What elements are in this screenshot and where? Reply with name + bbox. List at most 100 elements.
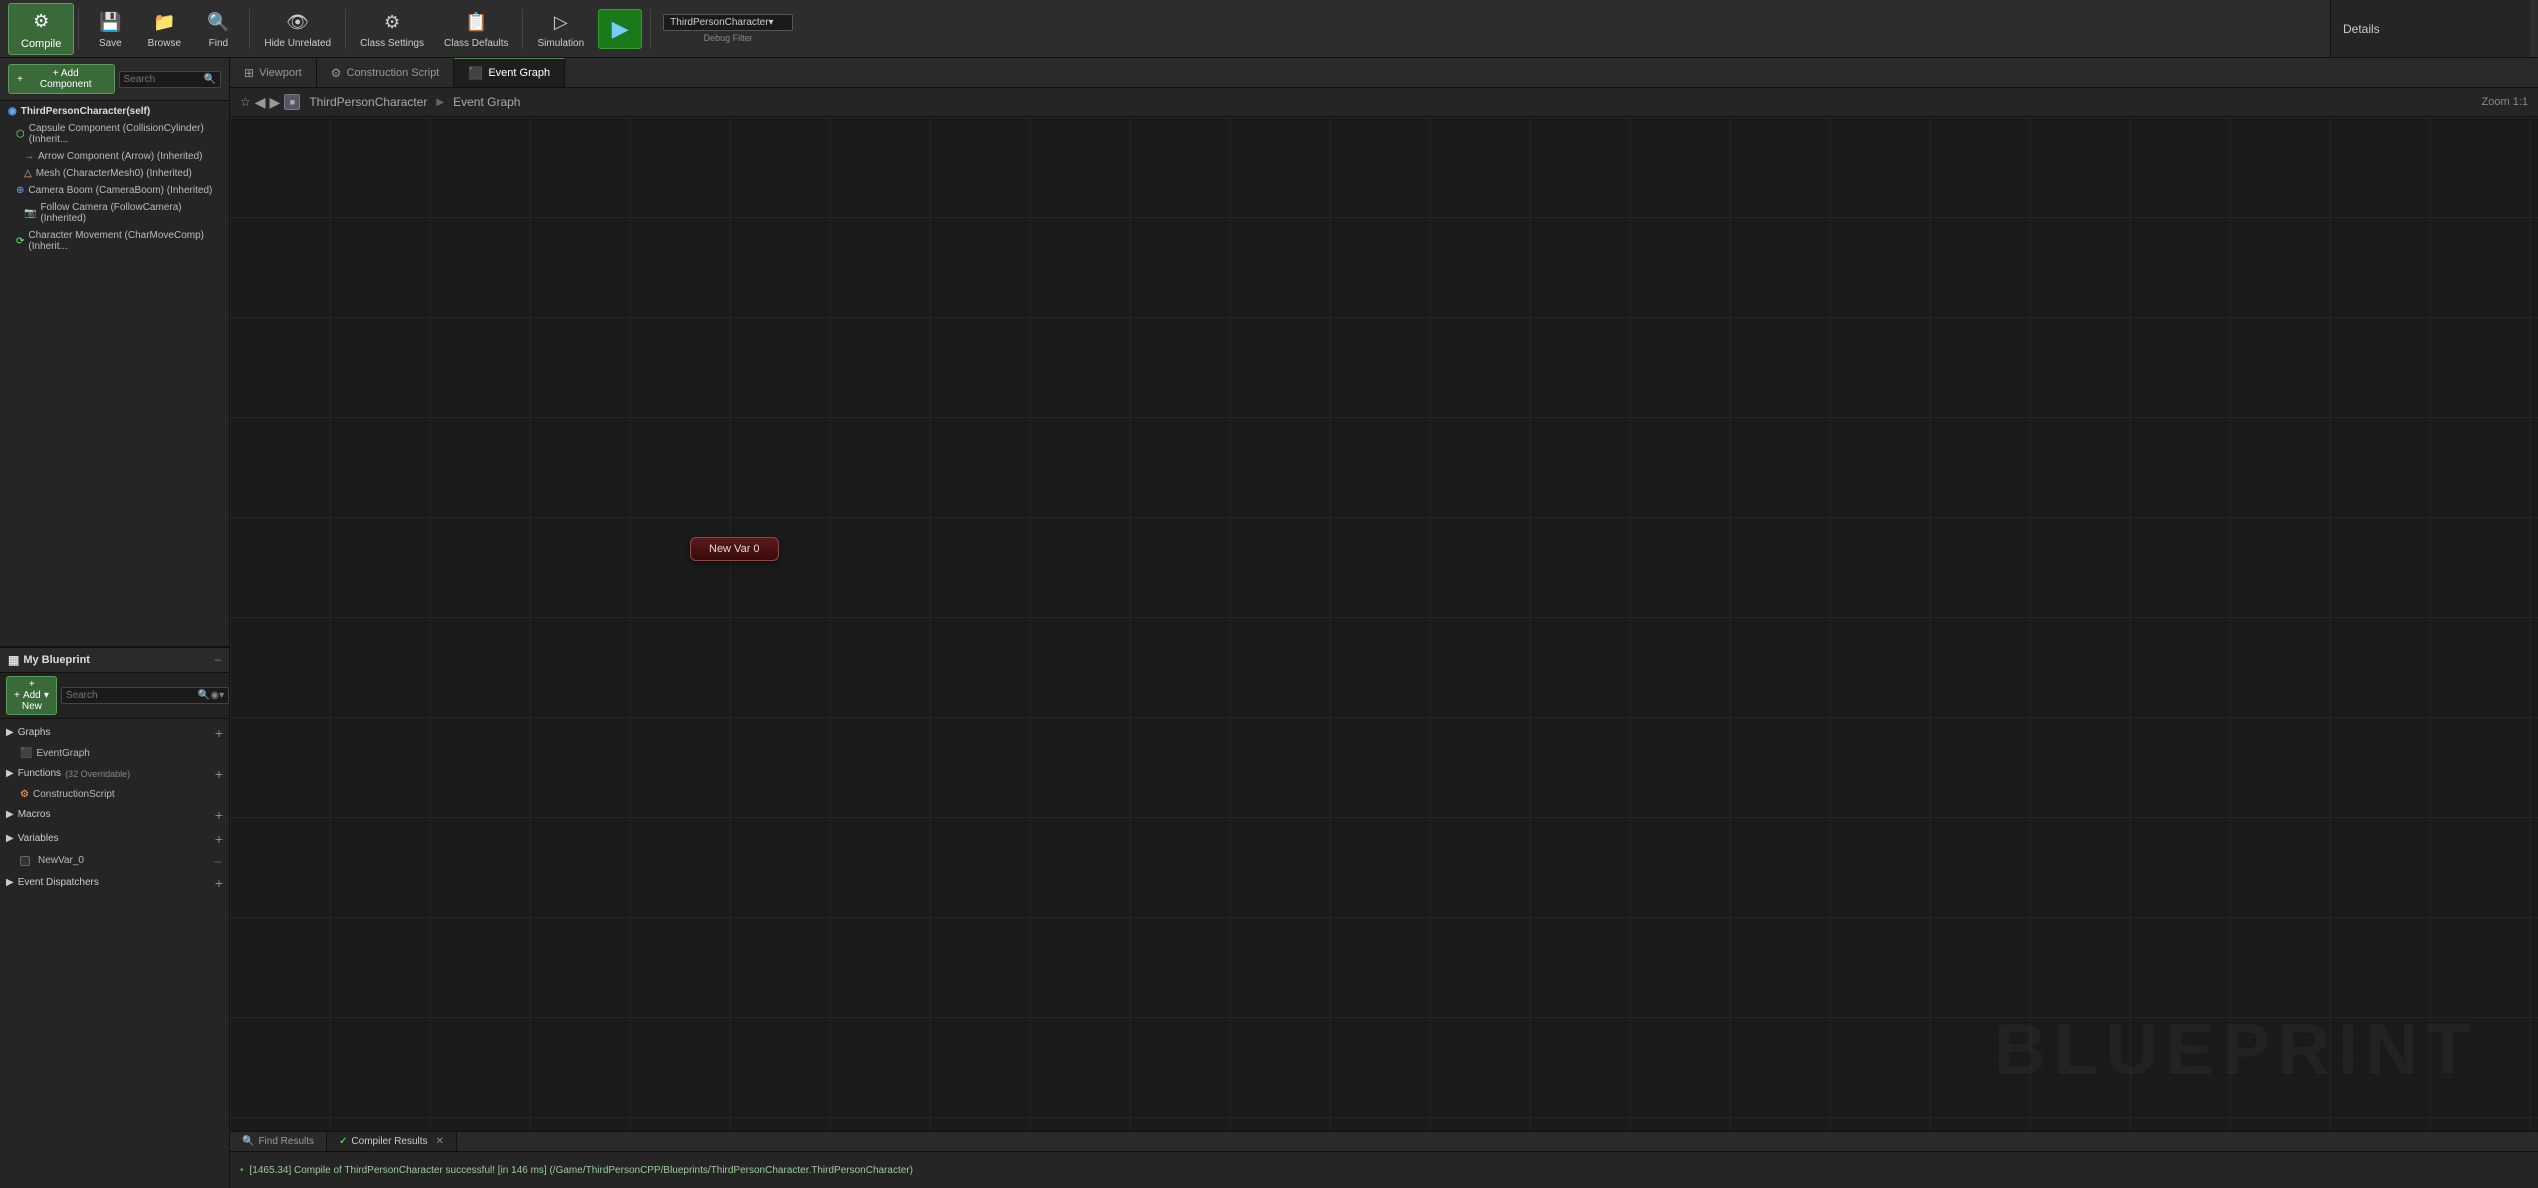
graphs-section-header[interactable]: ▶ Graphs + [0,721,229,745]
boom-icon: ⊕ [16,185,24,196]
event-dispatchers-add-icon[interactable]: + [215,875,223,891]
graph-canvas[interactable]: BLUEPRINT New Var 0 [230,117,2538,1131]
tab-compiler-results[interactable]: ✓ Compiler Results ✕ [327,1132,457,1151]
construction-script-name: ConstructionScript [33,789,115,800]
list-item[interactable]: △ Mesh (CharacterMesh0) (Inherited) [0,165,229,182]
functions-section-header[interactable]: ▶ Functions (32 Overridable) + [0,762,229,786]
component-name: Camera Boom (CameraBoom) (Inherited) [28,185,212,196]
divider-4 [522,9,523,49]
construction-tab-icon: ⚙ [331,66,342,80]
divider-3 [345,9,346,49]
debug-filter-area: Debug Filter [663,14,793,43]
compile-button[interactable]: ⚙ Compile [8,3,74,55]
bottom-tabs: 🔍 Find Results ✓ Compiler Results ✕ [230,1132,2538,1152]
graph-watermark: BLUEPRINT [1994,1009,2478,1091]
my-blueprint-collapse-btn[interactable]: – [215,654,221,666]
add-component-label: + Add Component [26,68,106,90]
add-new-label: + Add New [22,679,42,712]
play-button[interactable]: ▶ [598,9,642,49]
macros-add-icon[interactable]: + [215,807,223,823]
component-name: Follow Camera (FollowCamera) (Inherited) [40,202,221,224]
add-new-icon: + [14,690,20,701]
graph-node-newvar0[interactable]: New Var 0 [690,537,779,561]
compiler-results-close-icon[interactable]: ✕ [436,1136,444,1147]
compile-message-text: [1465.34] Compile of ThirdPersonCharacte… [250,1165,913,1176]
browse-button[interactable]: 📁 Browse [137,4,191,53]
my-blueprint-header: ▦ My Blueprint – [0,648,229,673]
macros-section-title: ▶ Macros [6,809,51,820]
save-button[interactable]: 💾 Save [83,4,137,53]
event-graph-name: EventGraph [36,748,89,759]
list-item[interactable]: → Arrow Component (Arrow) (Inherited) [0,148,229,165]
list-item[interactable]: ⚙ ConstructionScript [0,786,229,803]
breadcrumb-bar: ☆ ◀ ▶ ■ ThirdPersonCharacter ▶ Event Gra… [230,88,2538,117]
details-header: Details [2330,0,2530,57]
bp-toolbar: + + Add New ▾ 🔍 ◉ ▾ [0,673,229,719]
list-item[interactable]: 📷 Follow Camera (FollowCamera) (Inherite… [0,199,229,227]
list-item[interactable]: ⬛ EventGraph [0,745,229,762]
macros-section-header[interactable]: ▶ Macros + [0,803,229,827]
list-item[interactable]: ⬡ Capsule Component (CollisionCylinder) … [0,120,229,148]
my-blueprint-title: ▦ My Blueprint [8,653,90,667]
divider-2 [249,9,250,49]
bp-search-filter-icon[interactable]: ◉ [210,690,219,701]
bp-search-chevron-icon[interactable]: ▾ [219,690,224,701]
graphs-add-icon[interactable]: + [215,725,223,741]
tab-event-graph[interactable]: ⬛ Event Graph [454,58,565,87]
variables-add-icon[interactable]: + [215,831,223,847]
browse-icon: 📁 [150,8,178,36]
tabs-bar: ⊞ Viewport ⚙ Construction Script ⬛ Event… [230,58,2538,88]
list-item[interactable]: ◉ ThirdPersonCharacter(self) [0,103,229,120]
bp-content: ▶ Graphs + ⬛ EventGraph ▶ Functions (32 … [0,719,229,1188]
class-settings-button[interactable]: ⚙ Class Settings [350,4,434,53]
tab-viewport[interactable]: ⊞ Viewport [230,58,317,87]
add-new-button[interactable]: + + Add New ▾ [6,676,57,715]
back-button[interactable]: ◀ [255,94,266,111]
class-defaults-button[interactable]: 📋 Class Defaults [434,4,518,53]
favorite-icon[interactable]: ☆ [240,95,251,109]
find-button[interactable]: 🔍 Find [191,4,245,53]
play-icon: ▶ [612,16,629,42]
hide-unrelated-button[interactable]: 👁 Hide Unrelated [254,4,341,53]
compiler-results-icon: ✓ [339,1136,347,1147]
variables-section-title: ▶ Variables [6,833,59,844]
top-toolbar: ⚙ Compile 💾 Save 📁 Browse 🔍 Find 👁 Hide … [0,0,2538,58]
compile-label: Compile [21,38,61,50]
breadcrumb-separator: ▶ [436,97,444,108]
simulation-button[interactable]: ▷ Simulation [527,4,594,53]
bottom-panel: 🔍 Find Results ✓ Compiler Results ✕ [146… [230,1131,2538,1188]
component-name: ThirdPersonCharacter(self) [21,106,150,117]
list-item[interactable]: ⊕ Camera Boom (CameraBoom) (Inherited) [0,182,229,199]
macros-triangle-icon: ▶ [6,809,14,820]
components-search-input[interactable] [124,74,204,85]
compile-icon: ⚙ [27,8,55,36]
graph-breadcrumb[interactable]: Event Graph [448,93,525,111]
forward-button[interactable]: ▶ [270,94,281,111]
functions-add-icon[interactable]: + [215,766,223,782]
save-icon: 💾 [96,8,124,36]
details-label: Details [2343,22,2380,36]
graph-node-label: New Var 0 [709,543,760,555]
event-dispatchers-section-header[interactable]: ▶ Event Dispatchers + [0,871,229,895]
event-graph-tab-icon: ⬛ [468,66,483,80]
construction-script-icon: ⚙ [20,789,29,800]
variable-delete-icon[interactable]: – [214,854,221,868]
list-item[interactable]: NewVar_0 – [0,851,229,871]
hide-icon: 👁 [284,8,312,36]
list-item[interactable]: ⟳ Character Movement (CharMoveComp) (Inh… [0,227,229,255]
graphs-section-title: ▶ Graphs [6,727,51,738]
add-component-plus-icon: + [17,74,23,85]
class-breadcrumb[interactable]: ThirdPersonCharacter [304,93,432,111]
variables-section-header[interactable]: ▶ Variables + [0,827,229,851]
add-component-button[interactable]: + + Add Component [8,64,115,94]
movement-icon: ⟳ [16,236,24,247]
blueprint-grid-icon: ▦ [8,653,19,667]
functions-section-title: ▶ Functions (32 Overridable) [6,768,130,779]
tab-construction-script[interactable]: ⚙ Construction Script [317,58,455,87]
add-new-dropdown-icon: ▾ [44,690,49,701]
component-name: Mesh (CharacterMesh0) (Inherited) [36,168,192,179]
bp-search-input[interactable] [66,690,198,701]
divider-5 [650,9,651,49]
debug-filter-input[interactable] [663,14,793,31]
tab-find-results[interactable]: 🔍 Find Results [230,1132,327,1151]
